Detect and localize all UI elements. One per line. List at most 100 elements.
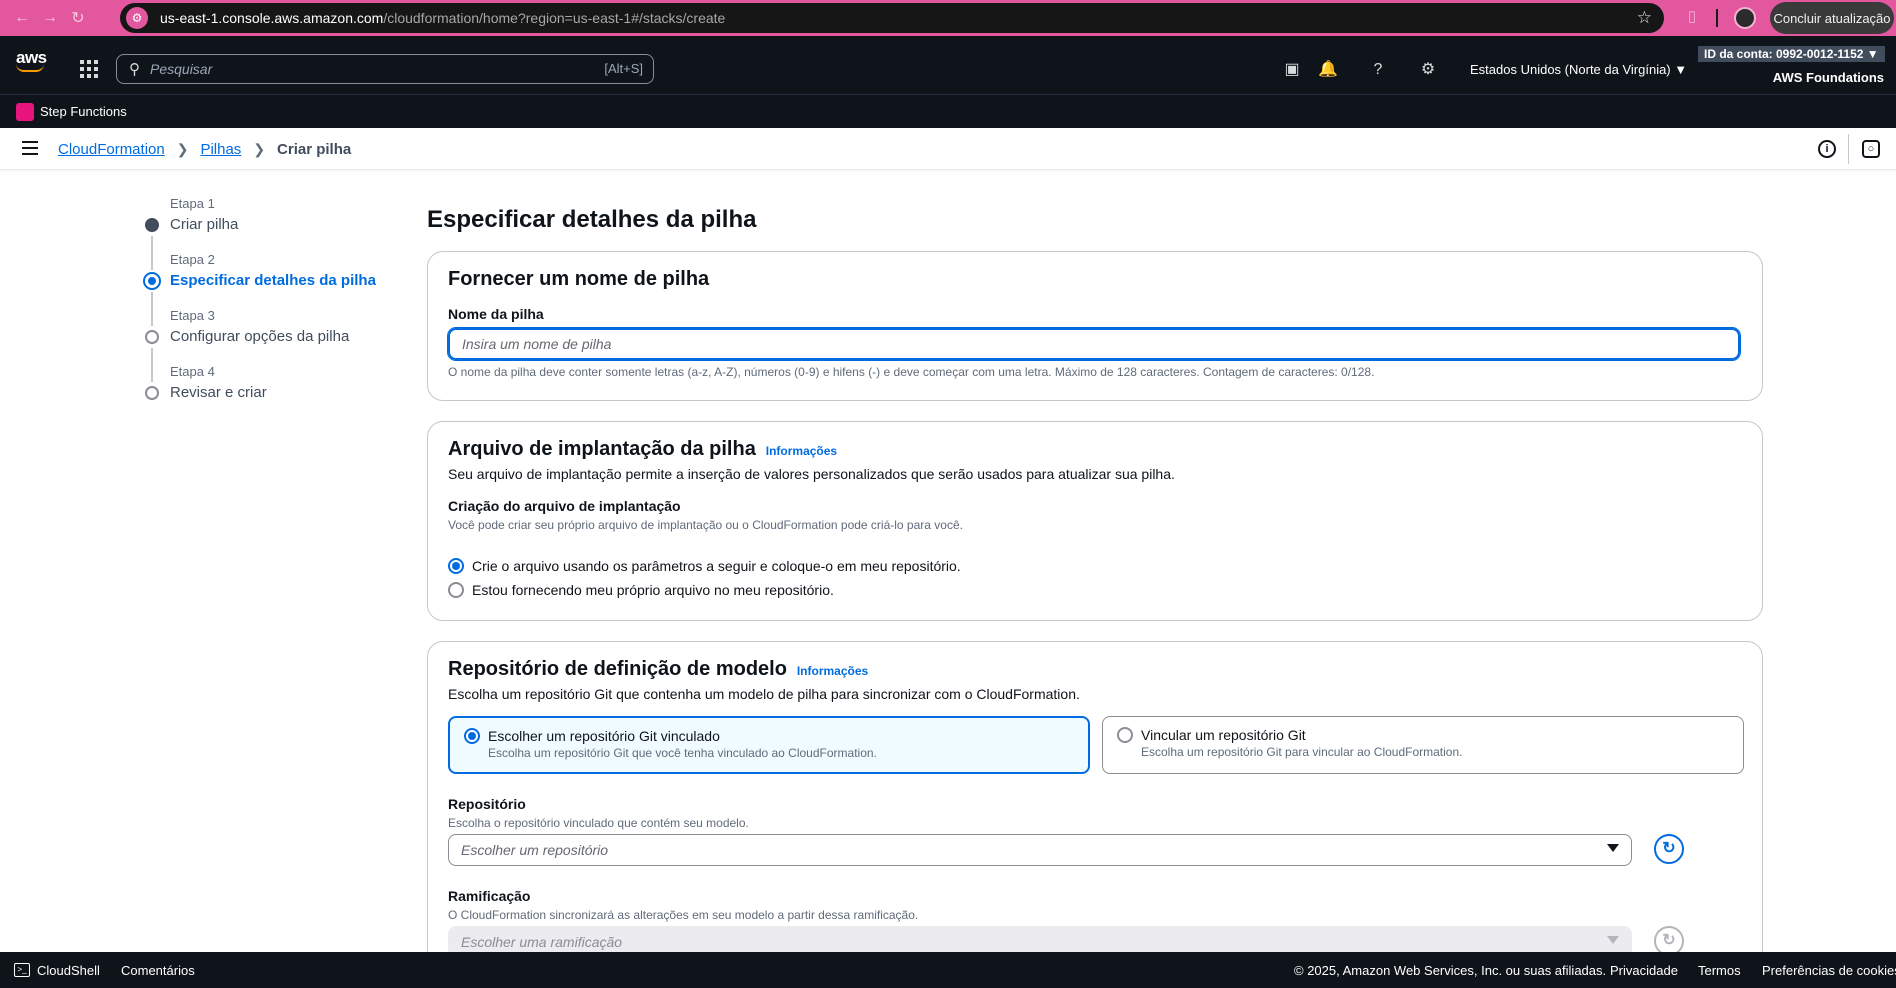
copyright-text: © 2025, Amazon Web Services, Inc. ou sua… [1294,963,1607,978]
terms-link[interactable]: Termos [1698,963,1741,978]
breadcrumb-current: Criar pilha [277,141,352,158]
radio-label: Estou fornecendo meu próprio arquivo no … [472,582,834,598]
section-description: Seu arquivo de implantação permite a ins… [448,466,1175,482]
site-settings-icon[interactable]: ⚙ [126,7,148,29]
back-icon[interactable]: ← [8,4,36,32]
breadcrumb-cloudformation[interactable]: CloudFormation [58,141,165,158]
repository-placeholder: Escolher um repositório [461,842,609,858]
step-label: Etapa 4 [170,364,215,379]
radio-button[interactable] [1117,727,1133,743]
step-1[interactable]: Etapa 1 Criar pilha [140,196,440,252]
step-complete-icon [145,218,159,232]
step-title: Revisar e criar [170,384,267,401]
step-functions-icon[interactable] [16,103,34,121]
update-button[interactable]: Concluir atualização [1770,2,1894,34]
step-title: Configurar opções da pilha [170,328,350,345]
aws-top-nav: aws ⚲ Pesquisar [Alt+S] ▣ 🔔 ? ⚙ Estados … [0,36,1896,94]
deployment-file-label: Criação do arquivo de implantação [448,498,681,514]
cookie-preferences-link[interactable]: Preferências de cookies [1762,963,1896,978]
section-header: Repositório de definição de modelo Infor… [448,658,868,681]
console-footer: >_ CloudShell Comentários © 2025, Amazon… [0,952,1896,988]
notifications-bell-icon[interactable]: 🔔 [1318,60,1338,80]
info-link[interactable]: Informações [797,664,868,678]
stack-name-container: Fornecer um nome de pilha Nome da pilha … [427,251,1763,401]
bookmark-star-icon[interactable]: ☆ [1637,8,1652,28]
radio-label: Crie o arquivo usando os parâmetros a se… [472,558,961,574]
stack-name-constraint: O nome da pilha deve conter somente letr… [448,365,1375,379]
cloudshell-icon[interactable]: >_ [14,963,30,977]
tile-desc: Escolha um repositório Git para vincular… [1141,745,1463,759]
branch-label: Ramificação [448,888,531,904]
divider [1848,134,1849,164]
organization-label[interactable]: AWS Foundations [1773,70,1884,85]
browser-toolbar: ← → ↻ ⚙ us-east-1.console.aws.amazon.com… [0,0,1896,36]
branch-placeholder: Escolher uma ramificação [461,934,623,950]
menu-hamburger-icon[interactable] [22,141,38,155]
stack-name-placeholder: Insira um nome de pilha [462,336,612,352]
step-4: Etapa 4 Revisar e criar [140,364,440,420]
repository-select[interactable]: Escolher um repositório [448,834,1632,866]
radio-create-file[interactable]: Crie o arquivo usando os parâmetros a se… [448,554,961,578]
section-heading: Arquivo de implantação da pilha [448,438,756,460]
step-label: Etapa 2 [170,252,215,267]
breadcrumb: CloudFormation ❯ Pilhas ❯ Criar pilha [58,141,351,158]
section-heading: Repositório de definição de modelo [448,658,787,680]
deployment-file-container: Arquivo de implantação da pilha Informaç… [427,421,1763,621]
tile-link-new-repo[interactable]: Vincular um repositório Git Escolha um r… [1102,716,1744,774]
radio-own-file[interactable]: Estou fornecendo meu próprio arquivo no … [448,578,834,602]
step-label: Etapa 1 [170,196,215,211]
services-menu-icon[interactable] [80,60,98,78]
breadcrumb-stacks[interactable]: Pilhas [200,141,241,158]
aws-logo[interactable]: aws [16,48,47,72]
profile-avatar[interactable] [1734,7,1756,29]
refresh-repositories-icon[interactable]: ↻ [1654,834,1684,864]
step-3: Etapa 3 Configurar opções da pilha [140,308,440,364]
stack-name-input[interactable]: Insira um nome de pilha [448,328,1740,360]
chevron-right-icon: ❯ [176,141,189,157]
search-input[interactable]: ⚲ Pesquisar [Alt+S] [116,54,654,84]
breadcrumb-bar: CloudFormation ❯ Pilhas ❯ Criar pilha i … [0,128,1896,170]
tile-linked-repo[interactable]: Escolher um repositório Git vinculado Es… [448,716,1090,774]
region-selector[interactable]: Estados Unidos (Norte da Virgínia) ▼ [1470,62,1687,77]
extensions-icon[interactable]: ▯ [1682,7,1702,27]
step-current-icon [143,272,161,290]
forward-icon[interactable]: → [36,4,64,32]
address-bar[interactable]: ⚙ us-east-1.console.aws.amazon.com/cloud… [120,3,1664,33]
wizard-steps: Etapa 1 Criar pilha Etapa 2 Especificar … [140,196,440,420]
tile-desc: Escolha um repositório Git que você tenh… [488,746,877,760]
info-icon[interactable]: i [1818,140,1836,158]
cloudshell-icon[interactable]: ▣ [1282,60,1302,80]
stack-name-label: Nome da pilha [448,306,544,322]
page-title: Especificar detalhes da pilha [427,206,757,233]
chevron-right-icon: ❯ [253,141,266,157]
cloudshell-link[interactable]: CloudShell [37,963,100,978]
reload-icon[interactable]: ↻ [64,4,92,32]
feedback-link[interactable]: Comentários [121,963,195,978]
favorite-step-functions[interactable]: Step Functions [40,104,127,119]
radio-button[interactable] [448,582,464,598]
section-header: Arquivo de implantação da pilha Informaç… [448,438,837,461]
template-repo-container: Repositório de definição de modelo Infor… [427,641,1763,981]
toolbar-divider [1716,9,1718,27]
favorites-bar: Step Functions [0,94,1896,128]
step-title: Especificar detalhes da pilha [170,272,376,289]
url-text: us-east-1.console.aws.amazon.com/cloudfo… [160,10,726,26]
tools-panel-icon[interactable]: ○ [1862,140,1880,158]
step-label: Etapa 3 [170,308,215,323]
privacy-link[interactable]: Privacidade [1610,963,1678,978]
step-pending-icon [145,330,159,344]
radio-button[interactable] [464,728,480,744]
deployment-file-desc: Você pode criar seu próprio arquivo de i… [448,518,963,532]
search-shortcut: [Alt+S] [604,61,643,76]
step-title[interactable]: Criar pilha [170,216,238,233]
step-2[interactable]: Etapa 2 Especificar detalhes da pilha [140,252,440,308]
repository-desc: Escolha o repositório vinculado que cont… [448,816,749,830]
tile-title: Vincular um repositório Git [1141,727,1306,743]
help-icon[interactable]: ? [1368,60,1388,80]
search-placeholder: Pesquisar [150,61,213,77]
caret-down-icon [1607,936,1619,944]
radio-button[interactable] [448,558,464,574]
account-id-badge[interactable]: ID da conta: 0992-0012-1152 ▼ [1698,46,1885,62]
settings-gear-icon[interactable]: ⚙ [1418,60,1438,80]
info-link[interactable]: Informações [766,444,837,458]
